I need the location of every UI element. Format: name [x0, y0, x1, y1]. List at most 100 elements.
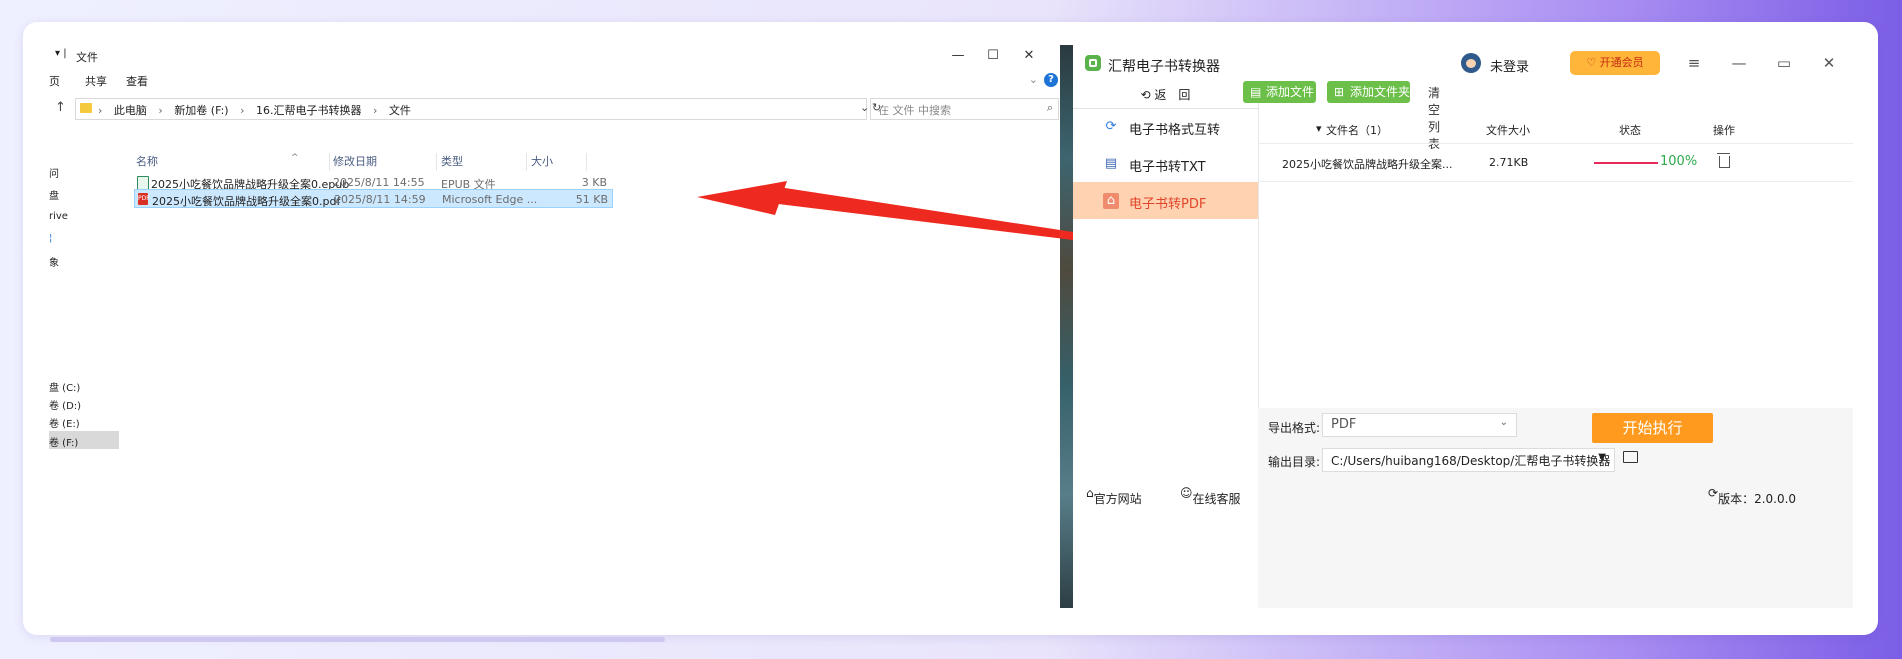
- column-date[interactable]: 修改日期: [333, 153, 377, 169]
- breadcrumb-files[interactable]: 文件: [389, 104, 411, 117]
- sidebar-item-to-txt[interactable]: ▤ 电子书转TXT: [1073, 145, 1258, 182]
- minimize-button[interactable]: —: [938, 45, 978, 67]
- explorer-title: 文件: [76, 51, 98, 64]
- export-format-select[interactable]: PDF ⌄: [1322, 413, 1517, 437]
- sort-icon[interactable]: ▾: [1316, 122, 1322, 135]
- up-arrow-icon[interactable]: ↑: [55, 100, 66, 115]
- search-input[interactable]: 在 文件 中搜索 ⌕: [870, 98, 1059, 120]
- nav-item-drive-d[interactable]: 卷 (D:): [49, 397, 81, 412]
- ribbon-tab-home[interactable]: 页: [49, 73, 60, 89]
- nav-item[interactable]: 盘: [49, 187, 59, 202]
- nav-item[interactable]: 象: [49, 254, 59, 269]
- breadcrumb-this-pc[interactable]: 此电脑: [114, 104, 147, 117]
- progress-bar: [1594, 162, 1658, 164]
- column-headers: ^ 名称 修改日期 类型 大小: [136, 149, 736, 171]
- column-size[interactable]: 大小: [531, 153, 553, 169]
- sidebar-item-format-convert[interactable]: ⟳ 电子书格式互转: [1073, 108, 1258, 145]
- progress-percent: 100%: [1660, 154, 1698, 169]
- column-type[interactable]: 类型: [441, 153, 463, 169]
- help-icon[interactable]: ?: [1044, 73, 1058, 87]
- address-bar-row: ↑ › 此电脑 › 新加卷 (F:) › 16.汇帮电子书转换器 › 文件 ⌄ …: [51, 98, 1059, 120]
- breadcrumb-app-folder[interactable]: 16.汇帮电子书转换器: [256, 104, 362, 117]
- customer-service-link[interactable]: ☺ 在线客服: [1180, 486, 1241, 506]
- footer: ⌂ 官方网站 ☺ 在线客服 ⟳ 版本：2.0.0.0: [1086, 482, 1853, 508]
- official-site-link[interactable]: ⌂ 官方网站: [1086, 486, 1142, 506]
- maximize-button[interactable]: ▭: [1770, 51, 1798, 75]
- app-titlebar: 汇帮电子书转换器 未登录 ♡ 开通会员 ≡ — ▭ ✕: [1073, 45, 1853, 82]
- minimize-button[interactable]: —: [1725, 51, 1753, 75]
- vip-button[interactable]: ♡ 开通会员: [1570, 51, 1660, 75]
- nav-item[interactable]: ¦: [49, 233, 52, 244]
- folder-add-icon: ⊞: [1334, 85, 1345, 99]
- row-filename: 2025小吃餐饮品牌战略升级全案...: [1282, 158, 1453, 171]
- maximize-button[interactable]: ☐: [973, 45, 1013, 67]
- menu-icon[interactable]: ≡: [1680, 51, 1708, 75]
- address-bar[interactable]: › 此电脑 › 新加卷 (F:) › 16.汇帮电子书转换器 › 文件 ⌄ ↻: [75, 98, 881, 120]
- file-size: 3 KB: [581, 176, 607, 189]
- pdf-icon: ⌂: [1103, 193, 1119, 209]
- sidebar-item-label: 电子书转PDF: [1129, 197, 1207, 212]
- file-date: 2025/8/11 14:59: [334, 193, 426, 206]
- column-name[interactable]: 名称: [136, 153, 158, 169]
- file-type: Microsoft Edge ...: [442, 193, 538, 206]
- file-size: 51 KB: [575, 193, 608, 206]
- back-button[interactable]: ⟲ 返 回: [1073, 82, 1258, 109]
- ribbon-tab-share[interactable]: 共享: [85, 73, 107, 89]
- sync-icon: ⟳: [1105, 119, 1117, 134]
- app-title: 汇帮电子书转换器: [1108, 59, 1220, 75]
- output-settings-panel: 导出格式: PDF ⌄ 开始执行 输出目录: C:/Users/huibang1…: [1258, 408, 1853, 608]
- chevron-down-icon: ⌄: [1499, 417, 1508, 428]
- pdf-file-icon: PDF: [138, 193, 150, 205]
- search-icon: ⌕: [1046, 101, 1053, 114]
- folder-icon: [80, 103, 92, 113]
- sidebar: ⟲ 返 回 ⟳ 电子书格式互转 ▤ 电子书转TXT ⌂ 电子书转PDF: [1073, 82, 1259, 608]
- ribbon-tabs: 页 共享 查看 ⌄ ?: [49, 70, 1060, 90]
- avatar[interactable]: [1461, 53, 1481, 73]
- nav-item-drive-f[interactable]: 卷 (F:): [49, 431, 119, 449]
- column-filename[interactable]: 文件名（1）: [1326, 122, 1388, 138]
- output-dir-label: 输出目录:: [1268, 455, 1321, 469]
- sidebar-item-label: 电子书格式互转: [1129, 123, 1221, 138]
- nav-item[interactable]: 问: [49, 165, 59, 180]
- breadcrumb: › 此电脑 › 新加卷 (F:) › 16.汇帮电子书转换器 › 文件: [98, 104, 411, 117]
- nav-item-drive-c[interactable]: 盘 (C:): [49, 379, 80, 394]
- document-icon: ▤: [1104, 156, 1118, 171]
- file-icon: ▤: [1250, 85, 1262, 99]
- start-button[interactable]: 开始执行: [1592, 413, 1713, 443]
- desktop-wallpaper-strip: [1060, 45, 1073, 608]
- sidebar-item-label: 电子书转TXT: [1129, 160, 1206, 175]
- file-date: 2025/8/11 14:55: [333, 176, 425, 189]
- quick-access-dropdown-icon[interactable]: ▾ |: [55, 48, 67, 59]
- navigation-pane: 问 盘 rive ¦ 象 盘 (C:) 卷 (D:) 卷 (E:) 卷 (F:): [49, 125, 119, 605]
- column-filesize: 文件大小: [1486, 124, 1530, 137]
- output-dir-select[interactable]: C:/Users/huibang168/Desktop/汇帮电子书转换器 ▼: [1322, 448, 1615, 472]
- close-button[interactable]: ✕: [1009, 45, 1049, 67]
- add-folder-button[interactable]: ⊞ 添加文件夹: [1327, 81, 1410, 103]
- export-format-label: 导出格式:: [1268, 421, 1321, 435]
- file-row-selected[interactable]: PDF 2025小吃餐饮品牌战略升级全案0.pdf 2025/8/11 14:5…: [134, 189, 613, 208]
- address-dropdown-icon[interactable]: ⌄: [860, 101, 869, 114]
- close-button[interactable]: ✕: [1815, 51, 1843, 75]
- app-logo-icon: [1085, 55, 1101, 71]
- sidebar-item-to-pdf[interactable]: ⌂ 电子书转PDF: [1073, 182, 1258, 219]
- nav-item[interactable]: rive: [49, 211, 68, 222]
- add-file-button[interactable]: ▤ 添加文件: [1243, 81, 1316, 103]
- table-row[interactable]: 2025小吃餐饮品牌战略升级全案... 2.71KB 100%: [1258, 143, 1853, 182]
- progress-fill: [1594, 162, 1658, 164]
- nav-item-drive-e[interactable]: 卷 (E:): [49, 415, 80, 430]
- epub-file-icon: [137, 176, 149, 190]
- login-link[interactable]: 未登录: [1490, 56, 1529, 75]
- open-folder-icon[interactable]: [1623, 451, 1638, 463]
- explorer-titlebar: ▾ | 文件 — ☐ ✕: [49, 45, 1060, 67]
- ribbon-expand-chevron-icon[interactable]: ⌄: [1029, 73, 1038, 86]
- breadcrumb-drive-f[interactable]: 新加卷 (F:): [174, 104, 228, 117]
- search-placeholder: 在 文件 中搜索: [878, 104, 951, 117]
- horizontal-scrollbar[interactable]: [50, 637, 665, 642]
- file-row[interactable]: 2025小吃餐饮品牌战略升级全案0.epub 2025/8/11 14:55 E…: [134, 173, 611, 191]
- ribbon-tab-view[interactable]: 查看: [126, 73, 148, 89]
- trash-icon[interactable]: [1717, 153, 1730, 168]
- file-name: 2025小吃餐饮品牌战略升级全案0.pdf: [152, 195, 341, 208]
- row-filesize: 2.71KB: [1489, 156, 1529, 169]
- file-table-header: ▾ 文件名（1） 文件大小 状态 操作: [1258, 115, 1853, 143]
- version-label: ⟳ 版本：2.0.0.0: [1708, 486, 1797, 506]
